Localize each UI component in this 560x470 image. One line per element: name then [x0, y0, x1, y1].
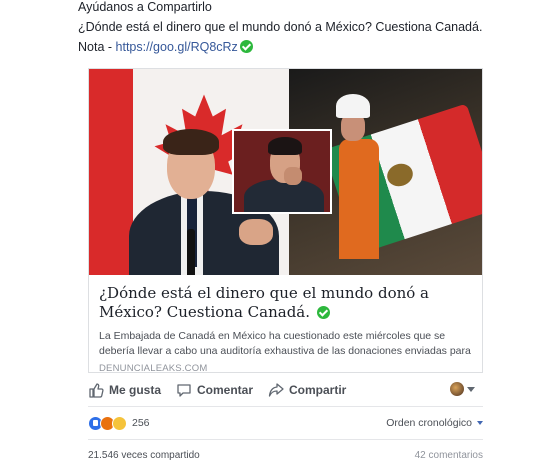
sad-reaction-icon — [112, 416, 127, 431]
share-icon — [268, 383, 284, 397]
link-preview-domain: DENUNCIALEAKS.COM — [99, 363, 208, 374]
divider — [88, 439, 483, 440]
speaker-hair — [163, 129, 219, 155]
inset-portrait — [232, 129, 332, 214]
avatar — [450, 382, 464, 396]
post-text-line-2: ¿Dónde está el dinero que el mundo donó … — [78, 20, 483, 34]
reaction-icons[interactable] — [88, 416, 127, 431]
reactions-summary: 256 Orden cronológico — [88, 413, 483, 433]
comment-button[interactable]: Comentar — [176, 382, 253, 398]
microphone — [187, 229, 195, 275]
comment-count[interactable]: 42 comentarios — [415, 450, 483, 461]
share-count[interactable]: 21.546 veces compartido — [88, 450, 200, 461]
inset-hand — [284, 167, 302, 185]
post-stats: 21.546 veces compartido 42 comentarios — [88, 446, 483, 464]
note-prefix: Nota - — [78, 40, 116, 54]
facebook-post: Ayúdanos a Compartirlo ¿Dónde está el di… — [78, 0, 488, 461]
chevron-down-icon — [467, 386, 475, 392]
link-preview-description: La Embajada de Canadá en México ha cuest… — [99, 330, 471, 357]
link-preview-card[interactable]: ¿Dónde está el dinero que el mundo donó … — [88, 68, 483, 374]
comment-label: Comentar — [197, 383, 254, 397]
inset-hair — [268, 137, 302, 155]
like-button[interactable]: Me gusta — [88, 382, 161, 398]
like-label: Me gusta — [109, 383, 162, 397]
link-preview-image[interactable] — [89, 69, 482, 275]
share-button[interactable]: Compartir — [268, 382, 346, 398]
post-note-line: Nota - https://goo.gl/RQ8cRz — [78, 37, 488, 57]
verified-check-icon — [239, 40, 253, 53]
post-text-line-1: Ayúdanos a Compartirlo — [78, 0, 212, 14]
speaker-hand — [239, 219, 273, 245]
inset-body — [244, 179, 324, 212]
comment-order-dropdown[interactable]: Orden cronológico — [386, 417, 483, 429]
caret-down-icon — [477, 421, 483, 425]
reaction-identity-selector[interactable] — [450, 382, 475, 396]
post-actions-bar: Me gusta Comentar Compartir — [88, 378, 483, 402]
link-preview-title[interactable]: ¿Dónde está el dinero que el mundo donó … — [99, 284, 472, 322]
note-link[interactable]: https://goo.gl/RQ8cRz — [116, 40, 238, 54]
helmet-icon — [336, 94, 370, 118]
link-preview-body[interactable]: ¿Dónde está el dinero que el mundo donó … — [89, 275, 482, 374]
comment-icon — [177, 384, 191, 397]
share-label: Compartir — [289, 383, 347, 397]
thumbs-up-icon — [89, 383, 104, 398]
verified-check-icon — [316, 306, 330, 319]
reaction-count[interactable]: 256 — [132, 417, 150, 429]
order-label: Orden cronológico — [386, 417, 472, 429]
rescuer-body — [339, 139, 379, 259]
divider — [88, 406, 483, 407]
